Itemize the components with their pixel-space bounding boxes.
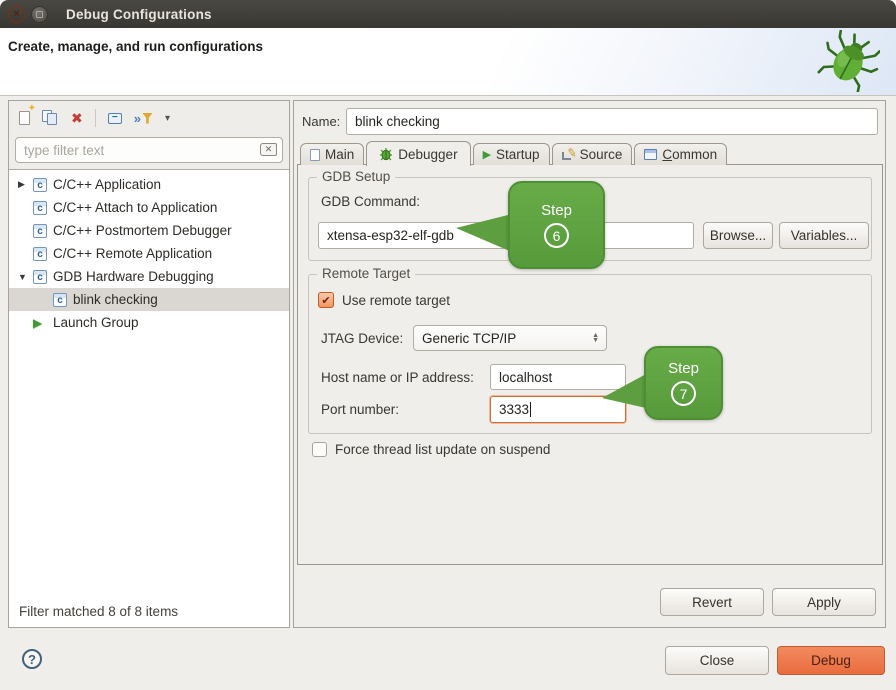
filter-launch-configurations-button[interactable]: » [134, 109, 153, 127]
revert-button[interactable]: Revert [660, 588, 764, 616]
window-restore-button[interactable] [31, 6, 48, 23]
gdb-command-label: GDB Command: [321, 194, 420, 209]
filter-funnel-icon [142, 113, 153, 124]
tree-item-cpp-remote[interactable]: c C/C++ Remote Application [9, 242, 289, 265]
duplicate-icon [42, 110, 59, 126]
common-tab-icon [644, 149, 657, 160]
close-button[interactable]: Close [665, 646, 769, 675]
remote-target-legend: Remote Target [317, 266, 415, 281]
name-label: Name: [302, 114, 340, 129]
tab-source[interactable]: ✎ Source [552, 143, 633, 165]
use-remote-target-label: Use remote target [342, 293, 450, 308]
host-name-label: Host name or IP address: [321, 370, 474, 385]
text-cursor [530, 402, 531, 417]
delete-configuration-button[interactable]: ✖ [71, 109, 83, 127]
tab-common[interactable]: Common [634, 143, 727, 165]
tree-item-launch-group[interactable]: ▶ Launch Group [9, 311, 289, 334]
c-config-icon: c [33, 201, 47, 215]
step-7-callout-tail [602, 374, 646, 410]
sparkle-icon: ✦ [28, 103, 36, 114]
configuration-editor-panel: Name: Main Debugger ▶ Startup [293, 100, 886, 628]
window-close-button[interactable]: × [8, 6, 25, 23]
step-6-callout: Step 6 [508, 181, 605, 269]
editor-tabs: Main Debugger ▶ Startup ✎ Source [300, 141, 729, 165]
step-6-number: 6 [544, 223, 569, 248]
toolbar-separator [95, 109, 96, 127]
filter-input[interactable] [15, 137, 283, 163]
collapse-all-icon: − [108, 113, 122, 124]
use-remote-target-row[interactable]: ✔ Use remote target [318, 292, 450, 308]
tab-main[interactable]: Main [300, 143, 364, 165]
expand-collapsed-icon[interactable]: ▶ [18, 179, 33, 190]
browse-button[interactable]: Browse... [703, 222, 773, 249]
variables-button[interactable]: Variables... [779, 222, 869, 249]
tree-item-cpp-attach[interactable]: c C/C++ Attach to Application [9, 196, 289, 219]
c-config-icon: c [33, 224, 47, 238]
expand-expanded-icon[interactable]: ▼ [18, 272, 33, 282]
jtag-device-select[interactable]: Generic TCP/IP ▲▼ [413, 325, 607, 351]
tree-item-blink-checking[interactable]: c blink checking [9, 288, 289, 311]
restore-icon [36, 11, 43, 18]
debugger-tab-icon [379, 147, 393, 161]
bug-icon [816, 30, 880, 92]
apply-button[interactable]: Apply [772, 588, 876, 616]
pencil-icon: ✎ [566, 145, 578, 160]
gdb-setup-legend: GDB Setup [317, 169, 395, 184]
launch-group-icon: ▶ [33, 316, 47, 330]
delete-icon: ✖ [71, 110, 83, 127]
toolbar-menu-button[interactable]: ▾ [165, 109, 170, 127]
c-config-icon: c [33, 247, 47, 261]
debug-button[interactable]: Debug [777, 646, 885, 675]
filter-status-text: Filter matched 8 of 8 items [19, 604, 178, 619]
window-title: Debug Configurations [66, 7, 212, 22]
configurations-tree: ▶ c C/C++ Application c C/C++ Attach to … [9, 169, 289, 627]
tree-item-gdb-hardware-debugging[interactable]: ▼ c GDB Hardware Debugging [9, 265, 289, 288]
name-input[interactable] [346, 108, 878, 135]
dialog-subtitle: Create, manage, and run configurations [8, 39, 263, 54]
tab-debugger[interactable]: Debugger [366, 141, 470, 166]
checkbox-unchecked-icon[interactable] [312, 442, 327, 457]
clear-filter-icon[interactable]: ✕ [260, 143, 277, 156]
collapse-all-button[interactable]: − [108, 109, 122, 127]
duplicate-configuration-button[interactable] [42, 109, 59, 127]
step-7-number: 7 [671, 381, 696, 406]
startup-tab-icon: ▶ [483, 148, 491, 161]
filter-arrows-icon: » [134, 111, 141, 126]
jtag-device-label: JTAG Device: [321, 331, 403, 346]
c-config-icon: c [33, 178, 47, 192]
main-tab-icon [310, 149, 320, 161]
c-config-icon: c [53, 293, 67, 307]
force-thread-label: Force thread list update on suspend [335, 442, 550, 457]
spinner-arrows-icon: ▲▼ [592, 333, 599, 343]
force-thread-row[interactable]: Force thread list update on suspend [312, 442, 550, 457]
remote-target-group: Remote Target ✔ Use remote target JTAG D… [308, 274, 872, 434]
help-icon: ? [28, 652, 36, 667]
tree-item-cpp-application[interactable]: ▶ c C/C++ Application [9, 173, 289, 196]
close-icon: × [13, 9, 19, 20]
filter-row: ✕ [15, 137, 283, 163]
checkbox-checked-icon[interactable]: ✔ [318, 292, 334, 308]
configurations-toolbar: ✦ ✖ − » ▾ [9, 101, 289, 135]
source-tab-icon: ✎ [562, 149, 575, 161]
port-number-label: Port number: [321, 402, 399, 417]
configurations-panel: ✦ ✖ − » ▾ ✕ ▶ c C/C++ Application c C/C+… [8, 100, 290, 628]
debug-configurations-dialog: { "window": { "title": "Debug Configurat… [0, 0, 896, 690]
tab-startup[interactable]: ▶ Startup [473, 143, 550, 165]
c-config-icon: c [33, 270, 47, 284]
step-7-callout: Step 7 [644, 346, 723, 420]
dialog-header: Create, manage, and run configurations [0, 28, 896, 96]
help-button[interactable]: ? [22, 649, 42, 669]
title-bar: × Debug Configurations [0, 0, 896, 28]
tree-item-cpp-postmortem[interactable]: c C/C++ Postmortem Debugger [9, 219, 289, 242]
new-configuration-button[interactable]: ✦ [19, 109, 30, 127]
step-6-callout-tail [456, 214, 512, 254]
chevron-down-icon: ▾ [165, 113, 170, 124]
